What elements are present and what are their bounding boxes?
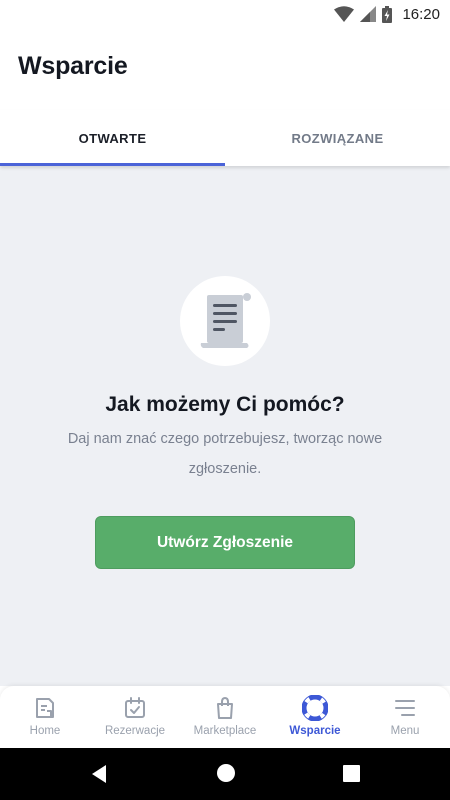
nav-item-home[interactable]: Home	[0, 686, 90, 748]
empty-state-description: Daj nam znać czego potrzebujesz, tworząc…	[67, 431, 383, 477]
nav-label-reservations: Rezerwacje	[104, 725, 166, 737]
nav-item-marketplace[interactable]: Marketplace	[180, 686, 270, 748]
shopping-bag-icon	[212, 695, 238, 721]
signal-icon	[360, 6, 377, 22]
nav-label-home: Home	[29, 725, 61, 737]
page-title: Wsparcie	[18, 52, 128, 80]
calendar-icon	[122, 695, 148, 721]
android-navigation-bar	[0, 748, 450, 800]
nav-label-support: Wsparcie	[289, 725, 341, 737]
create-ticket-button[interactable]: Utwórz Zgłoszenie	[95, 516, 355, 569]
back-icon[interactable]	[90, 764, 108, 784]
empty-state-icon-container	[180, 276, 270, 366]
main-content: Jak możemy Ci pomóc? Daj nam znać czego …	[0, 166, 450, 686]
nav-item-reservations[interactable]: Rezerwacje	[90, 686, 180, 748]
tab-open[interactable]: OTWARTE	[0, 110, 225, 166]
home-button-icon[interactable]	[216, 763, 236, 783]
document-scroll-icon	[200, 293, 251, 348]
nav-item-support[interactable]: Wsparcie	[270, 686, 360, 748]
status-bar: 16:20	[0, 0, 450, 28]
nav-label-menu: Menu	[390, 725, 420, 737]
wifi-icon	[334, 6, 355, 22]
lifebuoy-icon	[302, 695, 328, 721]
tab-resolved[interactable]: ROZWIĄZANE	[225, 110, 450, 166]
menu-icon	[392, 695, 418, 721]
battery-charging-icon	[382, 5, 393, 23]
tab-bar: OTWARTE ROZWIĄZANE	[0, 110, 450, 166]
app-header: Wsparcie	[0, 28, 450, 110]
bottom-nav: Home Rezerwacje Marketplace Wsparcie Men…	[0, 686, 450, 748]
nav-item-menu[interactable]: Menu	[360, 686, 450, 748]
home-icon	[32, 695, 58, 721]
nav-label-marketplace: Marketplace	[193, 725, 257, 737]
recent-apps-icon[interactable]	[343, 765, 360, 782]
status-icons: 16:20	[334, 4, 440, 24]
empty-state-title: Jak możemy Ci pomóc?	[105, 393, 345, 416]
status-time: 16:20	[402, 5, 440, 23]
